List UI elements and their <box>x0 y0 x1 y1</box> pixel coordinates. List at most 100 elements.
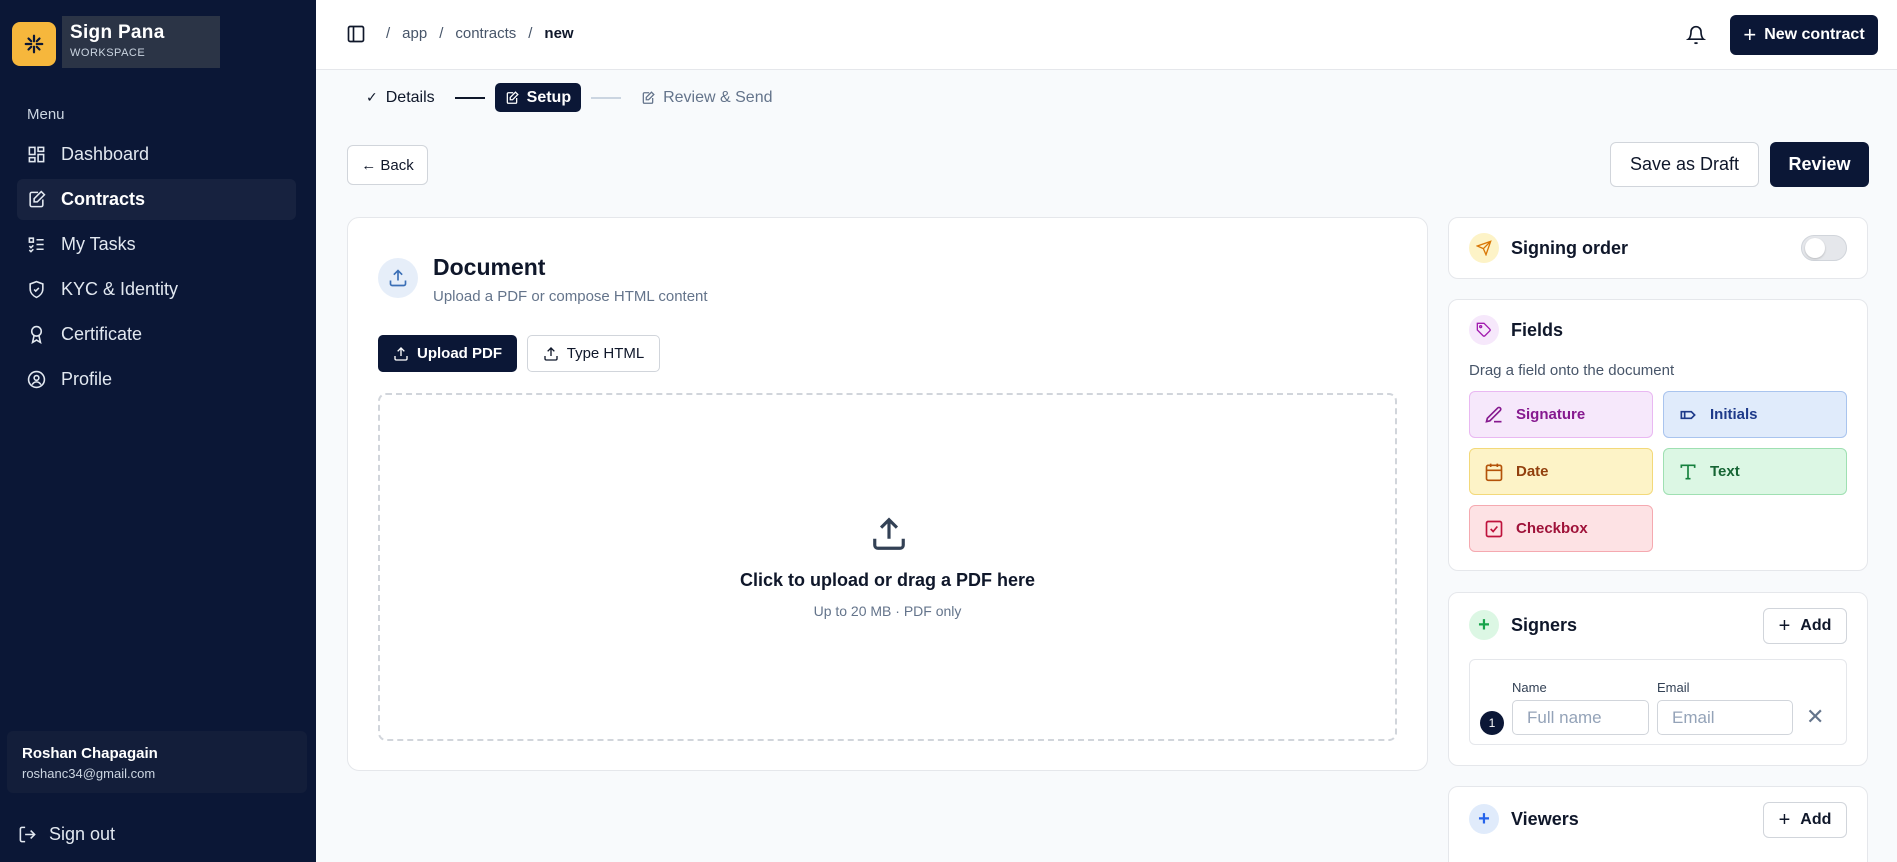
pdf-dropzone[interactable]: Click to upload or drag a PDF here Up to… <box>378 393 1397 741</box>
upload-pdf-button[interactable]: Upload PDF <box>378 335 517 372</box>
brand-subtitle: WORKSPACE <box>70 47 146 59</box>
upload-icon <box>873 517 905 550</box>
sidebar: Sign Pana WORKSPACE Menu Dashboard Contr… <box>0 0 316 862</box>
step-label: Setup <box>526 88 572 106</box>
upload-icon <box>394 346 408 361</box>
field-initials[interactable]: Initials <box>1663 391 1847 438</box>
certificate-icon <box>30 325 43 344</box>
close-icon[interactable]: ✕ <box>1806 704 1824 730</box>
pen-icon <box>1485 406 1502 423</box>
upload-icon <box>544 346 558 361</box>
brand[interactable]: Sign Pana WORKSPACE <box>12 16 220 68</box>
new-contract-button[interactable]: + New contract <box>1730 15 1878 55</box>
breadcrumb-contracts[interactable]: contracts <box>455 25 516 42</box>
step-details[interactable]: ✓ Details <box>356 83 445 112</box>
fields-header: Fields <box>1469 315 1563 345</box>
sidebar-item-contracts[interactable]: Contracts <box>17 179 296 220</box>
breadcrumb: / app / contracts / new <box>386 25 574 42</box>
signer-row: 1 Name Email ✕ <box>1469 659 1847 745</box>
viewers-header: + Viewers <box>1469 804 1579 834</box>
field-text[interactable]: Text <box>1663 448 1847 495</box>
add-signer-button[interactable]: + Add <box>1763 608 1847 644</box>
user-card[interactable]: Roshan Chapagain roshanc34@gmail.com <box>7 731 307 793</box>
sidebar-item-dashboard[interactable]: Dashboard <box>17 134 296 175</box>
step-label: Review & Send <box>663 88 773 106</box>
plus-icon: + <box>1778 614 1791 637</box>
edit-icon <box>506 90 519 104</box>
step-connector <box>454 96 485 99</box>
logout-icon <box>19 826 36 843</box>
upload-pdf-label: Upload PDF <box>417 345 502 362</box>
profile-icon <box>27 370 46 389</box>
fields-hint: Drag a field onto the document <box>1469 362 1675 379</box>
sidebar-nav: Dashboard Contracts My Tasks KYC & Ident… <box>17 134 296 404</box>
signers-header: + Signers <box>1469 610 1577 640</box>
sidebar-item-label: Dashboard <box>61 144 150 164</box>
new-contract-label: New contract <box>1764 26 1865 43</box>
sidebar-item-certificate[interactable]: Certificate <box>17 314 296 355</box>
add-viewer-button[interactable]: + Add <box>1763 802 1847 838</box>
signing-order-header: Signing order <box>1469 233 1628 263</box>
signers-card: + Signers + Add 1 Name Email ✕ <box>1448 592 1868 766</box>
signers-title: Signers <box>1511 614 1578 635</box>
field-checkbox[interactable]: Checkbox <box>1469 505 1653 552</box>
sidebar-item-label: Contracts <box>61 189 146 209</box>
sidebar-item-my-tasks[interactable]: My Tasks <box>17 224 296 265</box>
step-setup[interactable]: Setup <box>494 83 582 112</box>
contract-icon <box>29 190 46 208</box>
plus-icon: + <box>1743 22 1757 47</box>
signing-order-card: Signing order <box>1448 217 1868 279</box>
viewers-card: + Viewers + Add <box>1448 786 1868 862</box>
signout-button[interactable]: Sign out <box>18 824 115 845</box>
type-html-button[interactable]: Type HTML <box>527 335 660 372</box>
top-header: / app / contracts / new + New contract <box>316 0 1897 70</box>
email-label: Email <box>1657 680 1690 695</box>
tasks-icon <box>28 237 44 253</box>
sidebar-item-label: KYC & Identity <box>61 279 179 299</box>
edit-icon <box>642 90 655 104</box>
initials-icon <box>1680 410 1696 419</box>
back-button[interactable]: ← Back <box>347 145 428 185</box>
signout-label: Sign out <box>49 824 116 844</box>
signing-order-label: Signing order <box>1511 237 1628 258</box>
signer-email-input[interactable] <box>1657 700 1793 735</box>
type-html-label: Type HTML <box>566 345 645 362</box>
user-name: Roshan Chapagain <box>22 745 158 762</box>
breadcrumb-app[interactable]: app <box>402 25 427 42</box>
document-subtitle: Upload a PDF or compose HTML content <box>433 288 708 305</box>
signing-order-toggle[interactable] <box>1801 235 1847 261</box>
text-icon <box>1680 464 1696 479</box>
checkbox-icon <box>1485 520 1503 537</box>
add-label: Add <box>1800 811 1832 828</box>
send-icon <box>1469 233 1499 263</box>
name-label: Name <box>1512 680 1547 695</box>
document-title: Document <box>433 254 546 280</box>
sidebar-toggle-icon[interactable] <box>346 24 366 44</box>
add-label: Add <box>1800 617 1832 634</box>
dashboard-icon <box>28 146 45 163</box>
tag-icon <box>1469 315 1499 345</box>
breadcrumb-separator: / <box>439 25 444 42</box>
plus-icon: + <box>1778 808 1791 831</box>
field-label: Date <box>1516 463 1549 480</box>
save-draft-button[interactable]: Save as Draft <box>1610 142 1759 187</box>
breadcrumb-current: new <box>544 25 574 42</box>
menu-label: Menu <box>27 106 65 123</box>
bell-icon[interactable] <box>1686 24 1706 46</box>
document-card: Document Upload a PDF or compose HTML co… <box>347 217 1428 771</box>
fields-card: Fields Drag a field onto the document Si… <box>1448 299 1868 571</box>
brand-name: Sign Pana <box>70 22 165 43</box>
step-review-send[interactable]: Review & Send <box>631 83 782 112</box>
field-date[interactable]: Date <box>1469 448 1653 495</box>
sidebar-item-label: Profile <box>61 369 113 389</box>
sidebar-item-kyc[interactable]: KYC & Identity <box>17 269 296 310</box>
field-label: Initials <box>1710 406 1758 423</box>
brand-text: Sign Pana WORKSPACE <box>62 16 220 68</box>
step-label: Details <box>385 88 435 106</box>
check-icon: ✓ <box>366 89 378 105</box>
signer-name-input[interactable] <box>1512 700 1649 735</box>
review-button[interactable]: Review <box>1770 142 1869 187</box>
calendar-icon <box>1485 463 1503 481</box>
sidebar-item-profile[interactable]: Profile <box>17 359 296 400</box>
field-signature[interactable]: Signature <box>1469 391 1653 438</box>
